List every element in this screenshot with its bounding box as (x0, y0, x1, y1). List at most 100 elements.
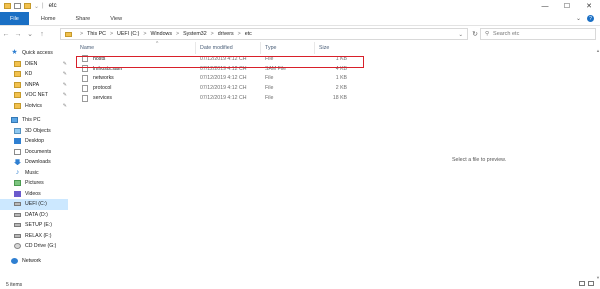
cd-drive-icon (14, 243, 21, 250)
sidebar-item-kd[interactable]: KD ✎ (0, 69, 68, 80)
chevron-right-icon[interactable]: > (143, 31, 146, 37)
column-header-name[interactable]: Name (76, 42, 196, 54)
file-type: File (265, 95, 274, 102)
file-size: 18 KB (332, 95, 347, 102)
chevron-down-icon[interactable]: ⌄ (576, 15, 581, 22)
properties-icon[interactable] (14, 3, 21, 9)
tab-file[interactable]: File (0, 12, 29, 25)
recent-locations-icon[interactable]: ⌄ (24, 30, 36, 38)
refresh-icon[interactable]: ↻ (470, 28, 480, 40)
sidebar-item-uefi-c[interactable]: UEFI (C:) (0, 199, 68, 210)
search-icon: ⚲ (485, 31, 490, 37)
sort-arrow-icon: ^ (156, 41, 159, 47)
sidebar-item-music[interactable]: ♪ Music (0, 168, 68, 179)
qat-dropdown-icon[interactable]: ⌄ (34, 3, 39, 10)
chevron-right-icon[interactable]: > (80, 31, 83, 37)
pin-icon: ✎ (62, 71, 67, 77)
sidebar-item-hotvics[interactable]: Hotvics ✎ (0, 101, 68, 112)
breadcrumb-this-pc[interactable]: This PC (87, 31, 106, 37)
chevron-right-icon[interactable]: > (176, 31, 179, 37)
column-header-type[interactable]: Type (261, 42, 315, 54)
sidebar-item-downloads[interactable]: Downloads (0, 157, 68, 168)
scrollbar[interactable]: ▲ ▼ (596, 48, 600, 280)
forward-arrow-icon[interactable]: → (12, 31, 24, 38)
file-icon (82, 84, 88, 92)
file-name: services (93, 95, 113, 102)
minimize-button[interactable]: — (534, 0, 556, 12)
search-box[interactable]: ⚲ (480, 28, 596, 40)
chevron-right-icon[interactable]: > (110, 31, 113, 37)
column-header-size[interactable]: Size (315, 42, 355, 54)
sidebar-item-relax-f[interactable]: RELAX (F:) (0, 231, 68, 242)
sidebar-item-voc-net[interactable]: VOC NET ✎ (0, 90, 68, 101)
sidebar-item-nnpa[interactable]: NNPA ✎ (0, 80, 68, 91)
drive-icon (14, 202, 21, 207)
tab-home[interactable]: Home (31, 12, 66, 25)
folder-icon (14, 102, 21, 109)
scroll-up-icon[interactable]: ▲ (596, 48, 600, 53)
file-row-networks[interactable]: networks 07/12/2019 4:12 CH File 1 KB (76, 74, 366, 84)
sidebar-item-3d-objects[interactable]: 3D Objects (0, 126, 68, 137)
sidebar-item-data-d[interactable]: DATA (D:) (0, 210, 68, 221)
breadcrumb-system32[interactable]: System32 (183, 31, 207, 37)
file-row-hosts[interactable]: hosts 07/12/2019 4:12 CH File 1 KB (76, 54, 366, 64)
download-icon (14, 159, 21, 166)
back-arrow-icon[interactable]: ← (0, 31, 12, 38)
window-title: etc (48, 3, 57, 9)
sidebar-item-documents[interactable]: Documents (0, 147, 68, 158)
sidebar-item-cd-drive-g[interactable]: CD Drive (G:) (0, 241, 68, 252)
tab-share[interactable]: Share (66, 12, 101, 25)
sidebar-item-label: SETUP (E:) (25, 222, 52, 229)
file-row-protocol[interactable]: protocol 07/12/2019 4:12 CH File 2 KB (76, 83, 366, 93)
breadcrumb-windows[interactable]: Windows (151, 31, 173, 37)
chevron-right-icon[interactable]: > (211, 31, 214, 37)
address-bar[interactable]: > This PC > UEFI (C:) > Windows > System… (60, 28, 468, 40)
desktop-icon (14, 138, 21, 145)
new-folder-icon[interactable] (24, 3, 31, 9)
computer-icon (11, 117, 18, 124)
sidebar-item-label: RELAX (F:) (25, 232, 52, 239)
sidebar-item-network[interactable]: Network (0, 256, 68, 267)
sidebar-item-pictures[interactable]: Pictures (0, 178, 68, 189)
up-arrow-icon[interactable]: ↑ (36, 31, 48, 38)
large-icons-view-icon[interactable] (588, 281, 594, 286)
details-view-icon[interactable] (579, 281, 585, 286)
breadcrumb: > This PC > UEFI (C:) > Windows > System… (76, 31, 252, 37)
help-icon[interactable]: ? (587, 15, 594, 22)
file-row-lmhosts-sam[interactable]: lmhosts.sam 07/12/2019 4:12 CH SAM File … (76, 64, 366, 74)
sidebar-item-quick-access[interactable]: ★ Quick access (0, 48, 68, 59)
file-size: 1 KB (335, 55, 347, 62)
video-icon (14, 190, 21, 197)
column-header-date-modified[interactable]: Date modified (196, 42, 261, 54)
breadcrumb-etc[interactable]: etc (245, 31, 252, 37)
file-date: 07/12/2019 4:12 CH (200, 55, 247, 62)
column-header-row: ^ Name Date modified Type Size (76, 41, 366, 54)
sidebar-item-videos[interactable]: Videos (0, 189, 68, 200)
star-icon: ★ (11, 49, 18, 57)
sidebar-item-label: DATA (D:) (25, 211, 48, 218)
close-button[interactable]: ✕ (578, 0, 600, 12)
file-icon (82, 94, 88, 102)
navigation-pane: ★ Quick access DIEN ✎ KD ✎ NNPA ✎ VOC NE… (0, 48, 68, 280)
sidebar-item-setup-e[interactable]: SETUP (E:) (0, 220, 68, 231)
sidebar-item-this-pc[interactable]: This PC (0, 115, 68, 126)
breadcrumb-uefi-c[interactable]: UEFI (C:) (117, 31, 139, 37)
file-type: File (265, 55, 274, 62)
maximize-button[interactable]: ☐ (556, 0, 578, 12)
sidebar-item-desktop[interactable]: Desktop (0, 136, 68, 147)
sidebar-item-label: KD (25, 71, 33, 78)
address-dropdown-icon[interactable]: ⌄ (459, 32, 463, 38)
file-row-services[interactable]: services 07/12/2019 4:12 CH File 18 KB (76, 93, 366, 103)
tab-view[interactable]: View (100, 12, 132, 25)
file-date: 07/12/2019 4:12 CH (200, 75, 247, 82)
sidebar-item-dien[interactable]: DIEN ✎ (0, 59, 68, 70)
file-list: ^ Name Date modified Type Size hosts 07/… (76, 41, 366, 103)
search-input[interactable] (493, 31, 584, 37)
drive-icon (14, 212, 21, 217)
document-icon (14, 148, 21, 155)
file-date: 07/12/2019 4:12 CH (200, 85, 247, 92)
chevron-right-icon[interactable]: > (238, 31, 241, 37)
folder-icon (14, 81, 21, 88)
breadcrumb-drivers[interactable]: drivers (218, 31, 234, 37)
sidebar-item-label: This PC (22, 117, 41, 124)
